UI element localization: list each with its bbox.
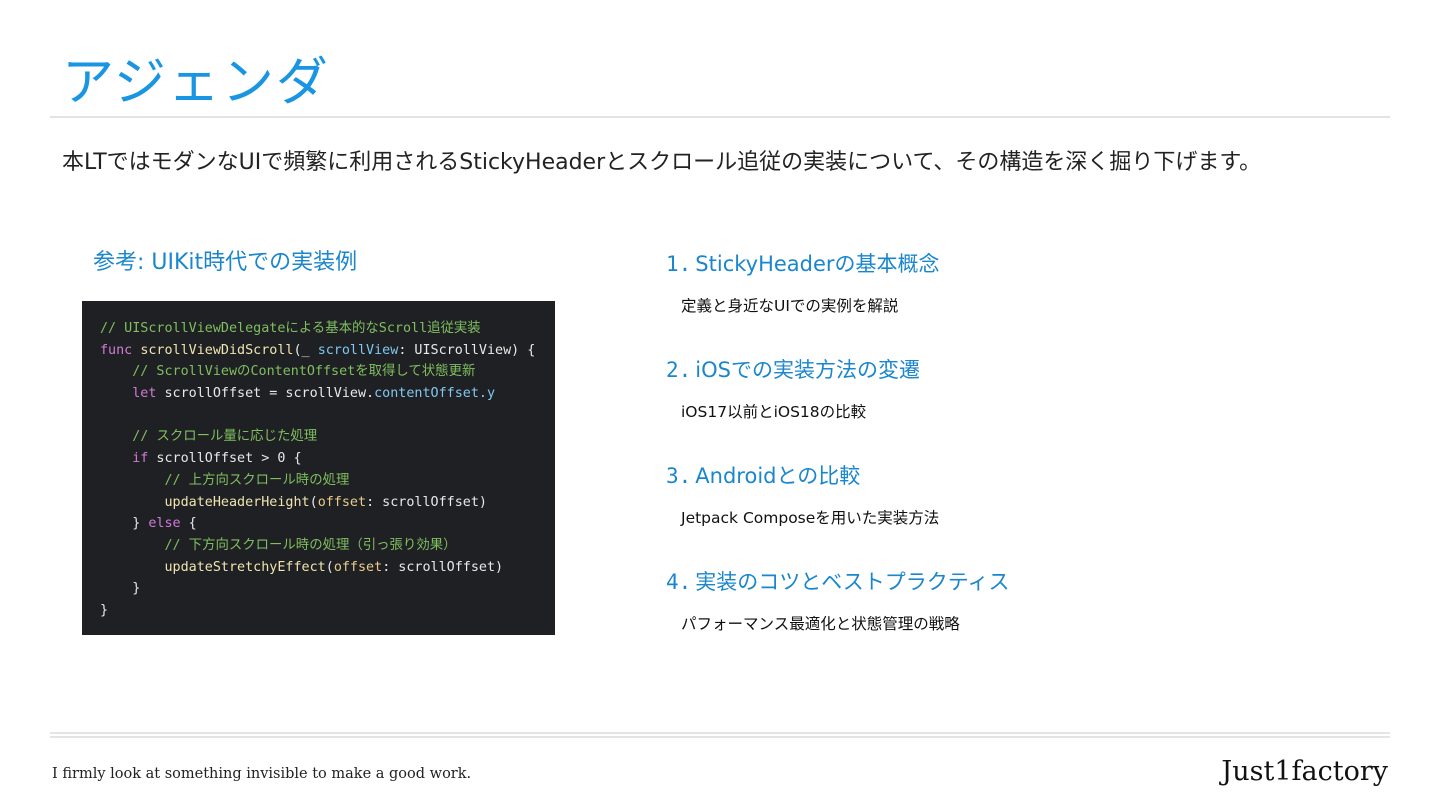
footer-divider — [50, 736, 1390, 738]
code-line: let scrollOffset = scrollView.contentOff… — [132, 386, 496, 402]
code-line: // 上方向スクロール時の処理 — [100, 472, 350, 488]
agenda-heading: 3. Androidとの比較 — [666, 460, 1366, 492]
code-keyword: if — [132, 451, 149, 467]
code-param: scrollView — [317, 342, 399, 358]
code-line: if scrollOffset > 0 { — [132, 451, 302, 467]
agenda-item: 4. 実装のコツとベストプラクティス パフォーマンス最適化と状態管理の戦略 — [666, 566, 1366, 672]
code-keyword: func — [100, 342, 133, 358]
code-block: // UIScrollViewDelegateによる基本的なScroll追従実装… — [82, 301, 555, 635]
agenda-heading: 4. 実装のコツとベストプラクティス — [666, 566, 1366, 598]
code-keyword: else — [148, 516, 181, 532]
agenda-description: パフォーマンス最適化と状態管理の戦略 — [681, 615, 960, 633]
agenda-heading: 2. iOSでの実装方法の変遷 — [666, 354, 1366, 386]
footer-tagline: I firmly look at something invisible to … — [52, 766, 472, 782]
agenda-description: 定義と身近なUIでの実例を解説 — [681, 297, 899, 315]
code-line: updateStretchyEffect(offset: scrollOffse… — [164, 559, 504, 575]
code-line: } — [100, 581, 141, 597]
code-line: // 下方向スクロール時の処理（引っ張り効果） — [100, 537, 457, 553]
brand-logo: Just1factory — [1221, 756, 1388, 787]
footer-divider — [50, 732, 1390, 734]
code-line: } — [100, 602, 109, 618]
code-label: offset — [333, 559, 383, 575]
agenda-title: Androidとの比較 — [695, 464, 861, 488]
code-function: updateStretchyEffect — [164, 559, 326, 575]
agenda-title: StickyHeaderの基本概念 — [695, 252, 940, 276]
agenda-title: iOSでの実装方法の変遷 — [695, 358, 920, 382]
agenda-heading: 1. StickyHeaderの基本概念 — [666, 248, 1366, 280]
title-divider — [50, 116, 1390, 118]
code-label: offset — [317, 494, 367, 510]
agenda-list: 1. StickyHeaderの基本概念 定義と身近なUIでの実例を解説 2. iO… — [666, 248, 1366, 672]
agenda-number: 1. — [666, 252, 692, 276]
agenda-item: 1. StickyHeaderの基本概念 定義と身近なUIでの実例を解説 — [666, 248, 1366, 354]
slide-title: アジェンダ — [62, 53, 330, 113]
code-line: } else { — [100, 516, 197, 532]
reference-title: 参考: UIKit時代での実装例 — [93, 250, 358, 275]
agenda-number: 3. — [666, 464, 692, 488]
code-function: updateHeaderHeight — [164, 494, 310, 510]
code-line: // UIScrollViewDelegateによる基本的なScroll追従実装 — [100, 321, 481, 336]
intro-text: 本LTではモダンなUIで頻繁に利用されるStickyHeaderとスクロール追従… — [62, 150, 1262, 175]
agenda-number: 2. — [666, 358, 692, 382]
code-line: // ScrollViewのContentOffsetを取得して状態更新 — [100, 364, 476, 380]
agenda-description: Jetpack Composeを用いた実装方法 — [681, 509, 940, 527]
code-line: // スクロール量に応じた処理 — [100, 429, 318, 445]
agenda-title: 実装のコツとベストプラクティス — [695, 570, 1010, 594]
agenda-number: 4. — [666, 570, 692, 594]
code-function: scrollViewDidScroll — [140, 342, 294, 358]
agenda-item: 3. Androidとの比較 Jetpack Composeを用いた実装方法 — [666, 460, 1366, 566]
code-property: contentOffset.y — [374, 386, 496, 402]
code-line: updateHeaderHeight(offset: scrollOffset) — [164, 494, 488, 510]
code-keyword: let — [132, 386, 157, 402]
agenda-description: iOS17以前とiOS18の比較 — [681, 403, 867, 421]
agenda-item: 2. iOSでの実装方法の変遷 iOS17以前とiOS18の比較 — [666, 354, 1366, 460]
code-line: func scrollViewDidScroll(_ scrollView: U… — [100, 342, 536, 358]
